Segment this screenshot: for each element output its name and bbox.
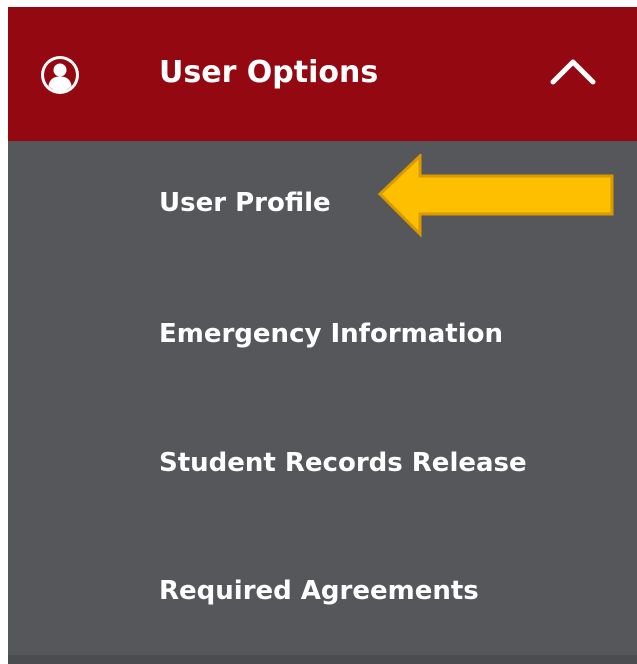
menu-bottom-divider (8, 655, 637, 664)
user-options-menu: User Options User Profile Emergency Info… (8, 7, 637, 664)
user-circle-icon (41, 56, 79, 94)
menu-title: User Options (159, 55, 379, 90)
menu-header[interactable]: User Options (8, 7, 637, 141)
menu-item-user-profile[interactable]: User Profile (159, 185, 331, 221)
chevron-up-icon[interactable] (549, 55, 597, 87)
menu-item-student-records-release[interactable]: Student Records Release (159, 445, 527, 481)
menu-item-required-agreements[interactable]: Required Agreements (159, 573, 479, 609)
menu-item-emergency-information[interactable]: Emergency Information (159, 316, 503, 352)
arrow-left-icon (377, 154, 614, 238)
